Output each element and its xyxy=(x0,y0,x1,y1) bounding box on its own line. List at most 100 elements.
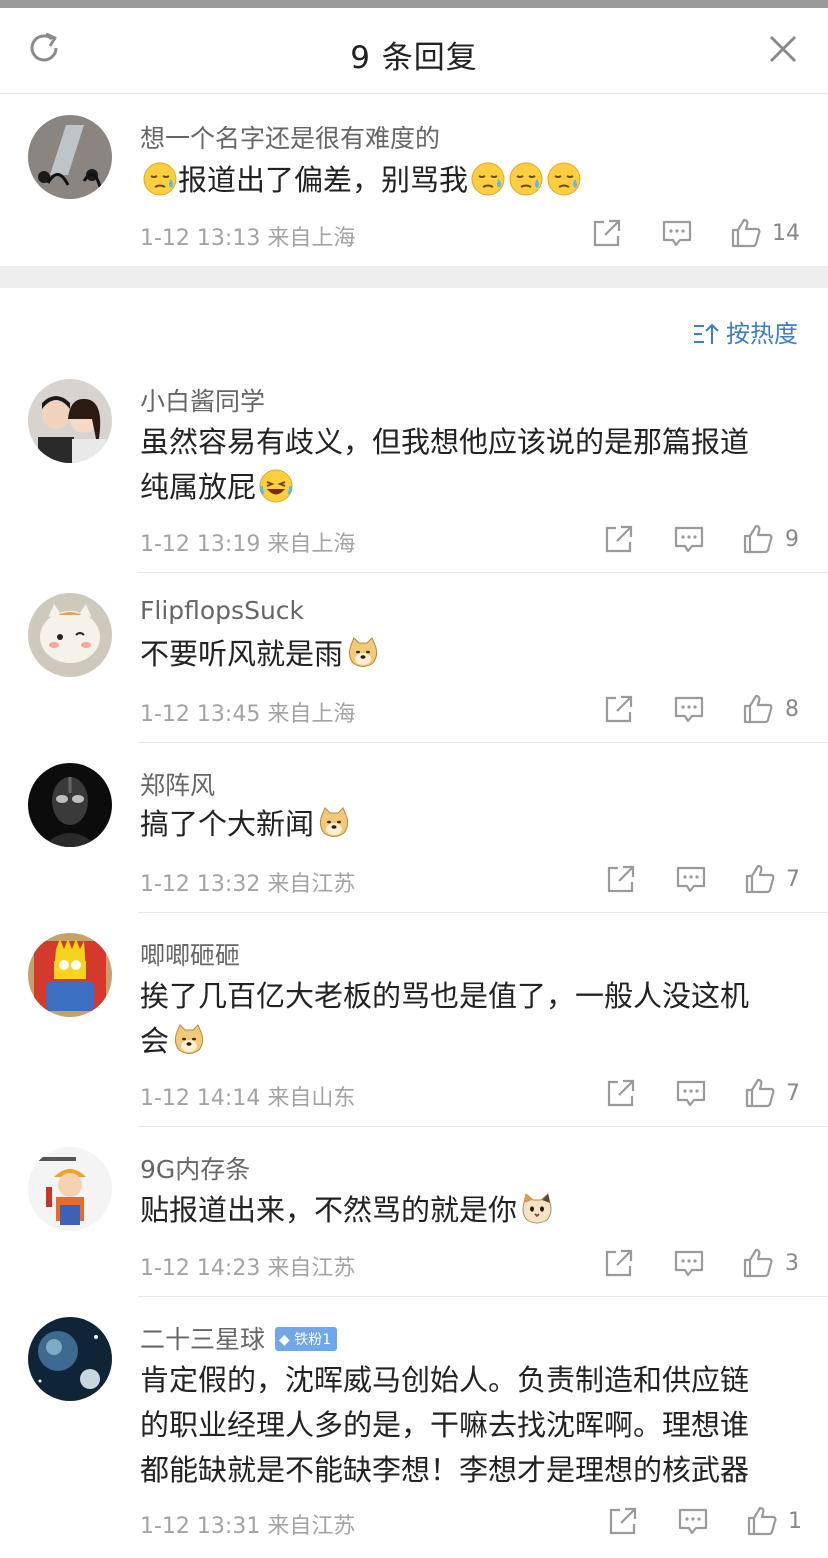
like-count: 9 xyxy=(785,527,799,552)
reply-location: 来自上海 xyxy=(267,702,356,727)
comment-icon[interactable] xyxy=(674,862,708,896)
reply-author[interactable]: 二十三星球 ◆ 铁粉1 xyxy=(140,1320,338,1356)
avatar[interactable] xyxy=(28,593,112,677)
reply-text: 贴报道出来，不然骂的就是你 xyxy=(140,1188,555,1233)
share-icon[interactable] xyxy=(604,862,638,896)
fan-badge: ◆ 铁粉1 xyxy=(275,1327,338,1351)
like-icon[interactable] xyxy=(743,862,777,896)
share-icon[interactable] xyxy=(602,692,636,726)
reply-time: 1-12 13:32 xyxy=(140,872,261,897)
reply-author[interactable]: 唧唧砸砸 xyxy=(140,936,240,972)
reply-text-line: 挨了几百亿大老板的骂也是值了，一般人没这机 xyxy=(140,979,750,1013)
top-edge xyxy=(0,0,828,8)
sort-icon xyxy=(694,323,719,344)
reply-text-line: 虽然容易有歧义，但我想他应该说的是那篇报道 xyxy=(140,425,750,459)
share-icon[interactable] xyxy=(602,1246,636,1280)
comment-icon[interactable] xyxy=(672,692,706,726)
reply-location: 来自上海 xyxy=(267,532,356,557)
avatar[interactable] xyxy=(28,933,112,1017)
doge-emoji xyxy=(345,635,381,671)
reply-time: 1-12 14:23 xyxy=(140,1256,261,1281)
close-icon[interactable] xyxy=(766,32,800,66)
comment-icon[interactable] xyxy=(672,1246,706,1280)
comment-meta: 1-12 13:13 来自上海 xyxy=(140,220,355,252)
like-count: 7 xyxy=(786,867,800,892)
header: 9 条回复 xyxy=(0,8,828,94)
reply-location: 来自江苏 xyxy=(267,1256,356,1281)
sweat-emoji xyxy=(470,161,506,197)
share-icon[interactable] xyxy=(590,216,624,250)
divider xyxy=(138,1126,828,1127)
reply-meta: 1-12 13:31 来自江苏 xyxy=(140,1508,355,1540)
comment-author[interactable]: 想一个名字还是很有难度的 xyxy=(140,119,440,155)
reply-meta: 1-12 13:19 来自上海 xyxy=(140,526,355,558)
like-icon[interactable] xyxy=(743,1076,777,1110)
like-count: 8 xyxy=(785,697,799,722)
like-icon[interactable] xyxy=(741,1246,775,1280)
avatar[interactable] xyxy=(28,763,112,847)
reply-text: 虽然容易有歧义，但我想他应该说的是那篇报道 纯属放屁 xyxy=(140,420,749,510)
comment-location: 来自上海 xyxy=(267,226,356,251)
page-title: 9 条回复 xyxy=(350,40,478,76)
reply-text-line: 都能缺就是不能缺李想！李想才是理想的核武器 xyxy=(140,1453,750,1487)
reply-text-line: 纯属放屁 xyxy=(140,465,749,510)
avatar[interactable] xyxy=(28,379,112,463)
sweat-emoji xyxy=(508,161,544,197)
reply-location: 来自江苏 xyxy=(267,872,356,897)
reply-location: 来自江苏 xyxy=(267,1514,356,1539)
reply-location: 来自山东 xyxy=(267,1086,356,1111)
doge-emoji xyxy=(171,1022,207,1058)
avatar[interactable] xyxy=(28,1317,112,1401)
reply-time: 1-12 13:19 xyxy=(140,532,261,557)
divider xyxy=(138,912,828,913)
comment-icon[interactable] xyxy=(660,216,694,250)
reply-meta: 1-12 14:23 来自江苏 xyxy=(140,1250,355,1282)
comment-text: 报道出了偏差，别骂我 xyxy=(140,158,582,203)
reply-meta: 1-12 13:32 来自江苏 xyxy=(140,866,355,898)
reply-text-line: 肯定假的，沈晖威马创始人。负责制造和供应链 xyxy=(140,1363,750,1397)
reply-meta: 1-12 14:14 来自山东 xyxy=(140,1080,355,1112)
cat-emoji xyxy=(519,1191,555,1227)
like-icon[interactable] xyxy=(729,216,763,250)
like-icon[interactable] xyxy=(741,522,775,556)
section-gap xyxy=(0,266,828,288)
reply-author[interactable]: 9G内存条 xyxy=(140,1150,250,1186)
like-count: 1 xyxy=(788,1509,802,1534)
reply-text: 挨了几百亿大老板的骂也是值了，一般人没这机 会 xyxy=(140,974,749,1064)
reply-author[interactable]: FlipflopsSuck xyxy=(140,596,304,625)
reply-text: 搞了个大新闻 xyxy=(140,802,352,847)
sweat-emoji xyxy=(546,161,582,197)
reply-text-line: 的职业经理人多的是，干嘛去找沈晖啊。理想谁 xyxy=(140,1408,750,1442)
avatar[interactable] xyxy=(28,1147,112,1231)
comment-icon[interactable] xyxy=(672,522,706,556)
sort-button[interactable]: 按热度 xyxy=(692,314,798,349)
like-count: 14 xyxy=(772,221,800,246)
divider xyxy=(138,1296,828,1297)
reply-author[interactable]: 郑阵风 xyxy=(140,766,215,802)
reply-author[interactable]: 小白酱同学 xyxy=(140,382,265,418)
comment-icon[interactable] xyxy=(674,1076,708,1110)
share-icon[interactable] xyxy=(606,1504,640,1538)
doge-emoji xyxy=(316,805,352,841)
divider xyxy=(138,742,828,743)
comment-time: 1-12 13:13 xyxy=(140,226,261,251)
comment-icon[interactable] xyxy=(676,1504,710,1538)
share-icon[interactable] xyxy=(604,1076,638,1110)
like-count: 7 xyxy=(786,1081,800,1106)
like-icon[interactable] xyxy=(745,1504,779,1538)
reply-text: 不要听风就是雨 xyxy=(140,632,381,677)
reply-time: 1-12 14:14 xyxy=(140,1086,261,1111)
reply-meta: 1-12 13:45 来自上海 xyxy=(140,696,355,728)
share-icon[interactable] xyxy=(602,522,636,556)
laugh-emoji xyxy=(258,468,294,504)
sweat-emoji xyxy=(142,161,178,197)
avatar[interactable] xyxy=(28,115,112,199)
reply-time: 1-12 13:31 xyxy=(140,1514,261,1539)
sort-label: 按热度 xyxy=(726,320,798,348)
like-icon[interactable] xyxy=(741,692,775,726)
divider xyxy=(138,572,828,573)
like-count: 3 xyxy=(785,1251,799,1276)
reply-text-line: 会 xyxy=(140,1019,749,1064)
reply-time: 1-12 13:45 xyxy=(140,702,261,727)
reply-text: 肯定假的，沈晖威马创始人。负责制造和供应链 的职业经理人多的是，干嘛去找沈晖啊。… xyxy=(140,1358,749,1493)
